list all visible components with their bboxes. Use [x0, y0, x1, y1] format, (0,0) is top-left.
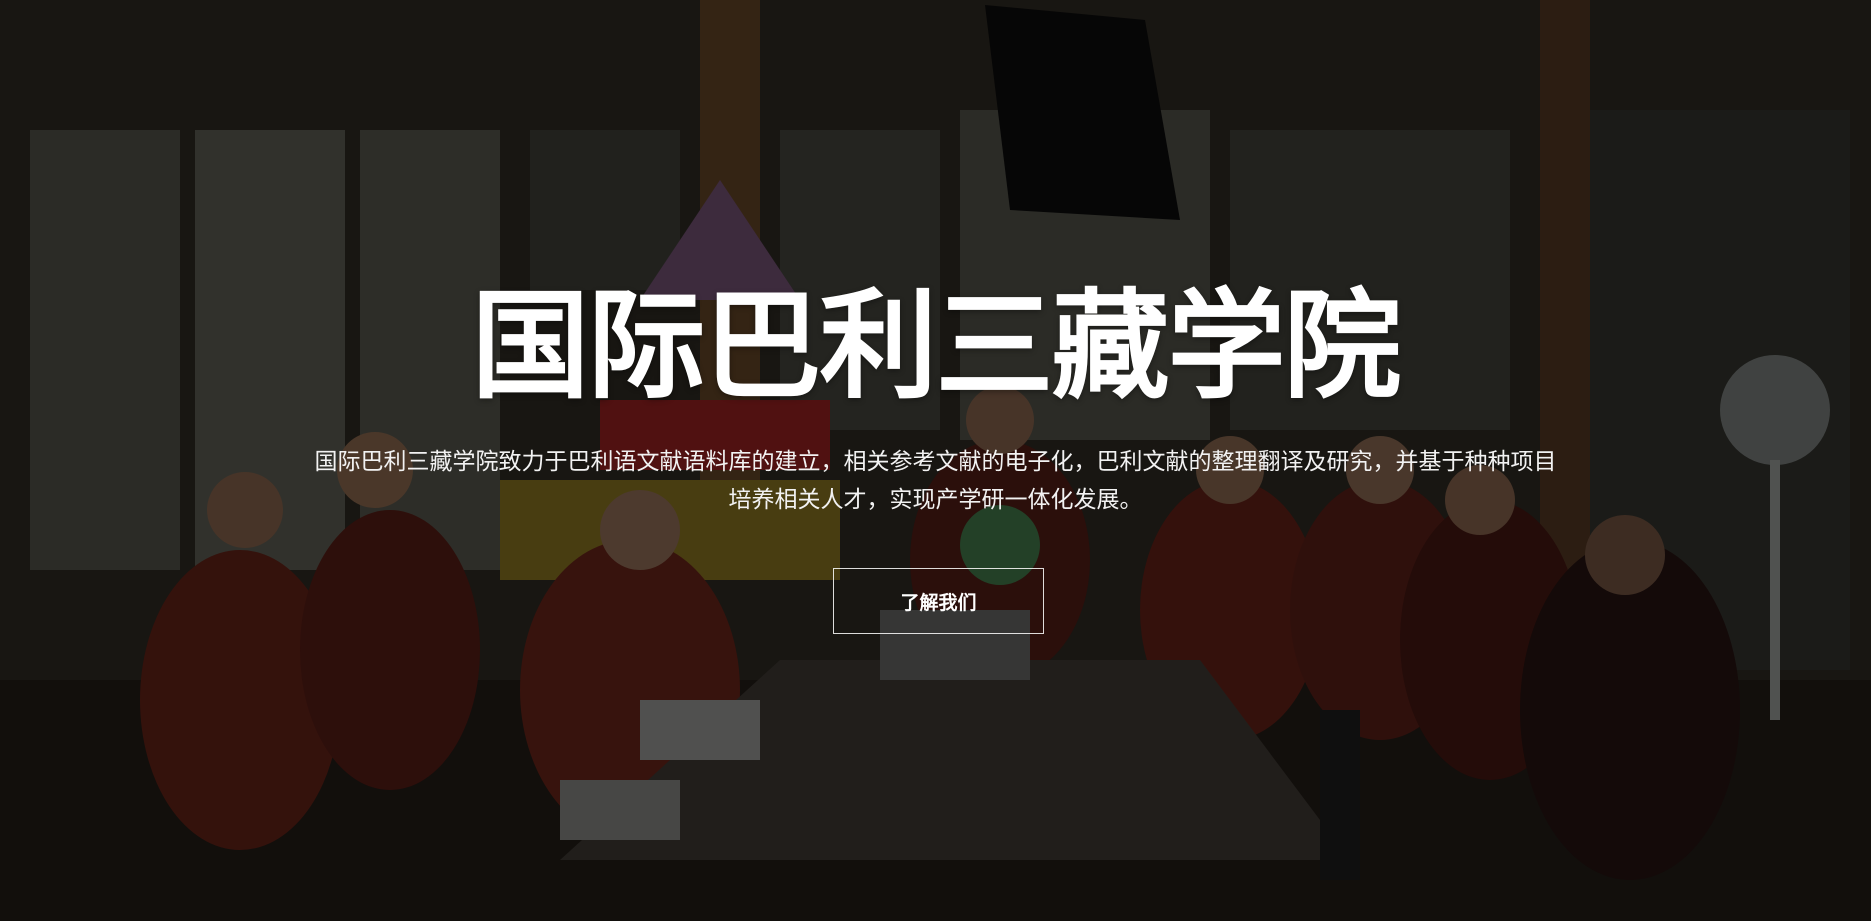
hero-title: 国际巴利三藏学院 — [471, 277, 1401, 415]
hero-section: 国际巴利三藏学院 国际巴利三藏学院致力于巴利语文献语料库的建立，相关参考文献的电… — [0, 0, 1871, 921]
learn-more-button[interactable]: 了解我们 — [833, 568, 1044, 634]
hero-description: 国际巴利三藏学院致力于巴利语文献语料库的建立，相关参考文献的电子化，巴利文献的整… — [314, 449, 1557, 513]
